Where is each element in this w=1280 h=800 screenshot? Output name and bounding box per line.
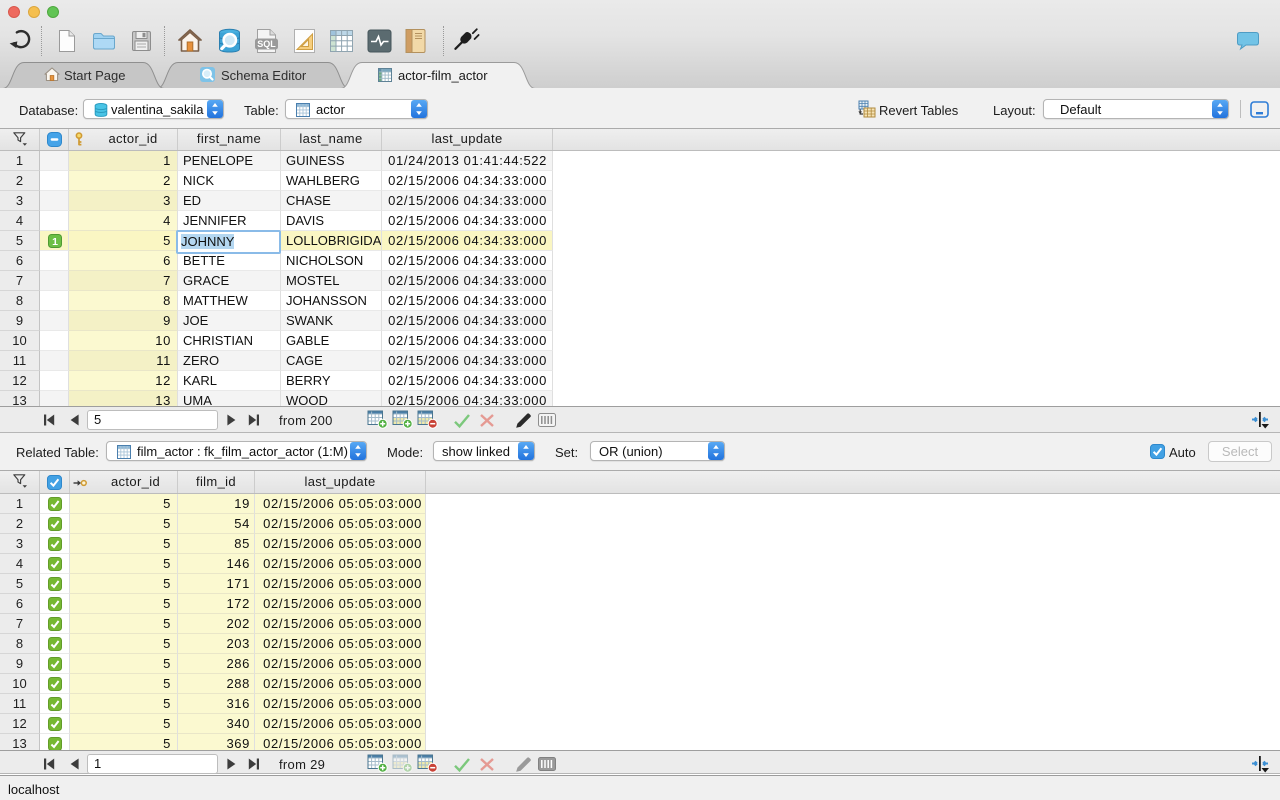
svg-text:1: 1: [52, 236, 58, 248]
svg-text:SQL: SQL: [257, 39, 276, 49]
